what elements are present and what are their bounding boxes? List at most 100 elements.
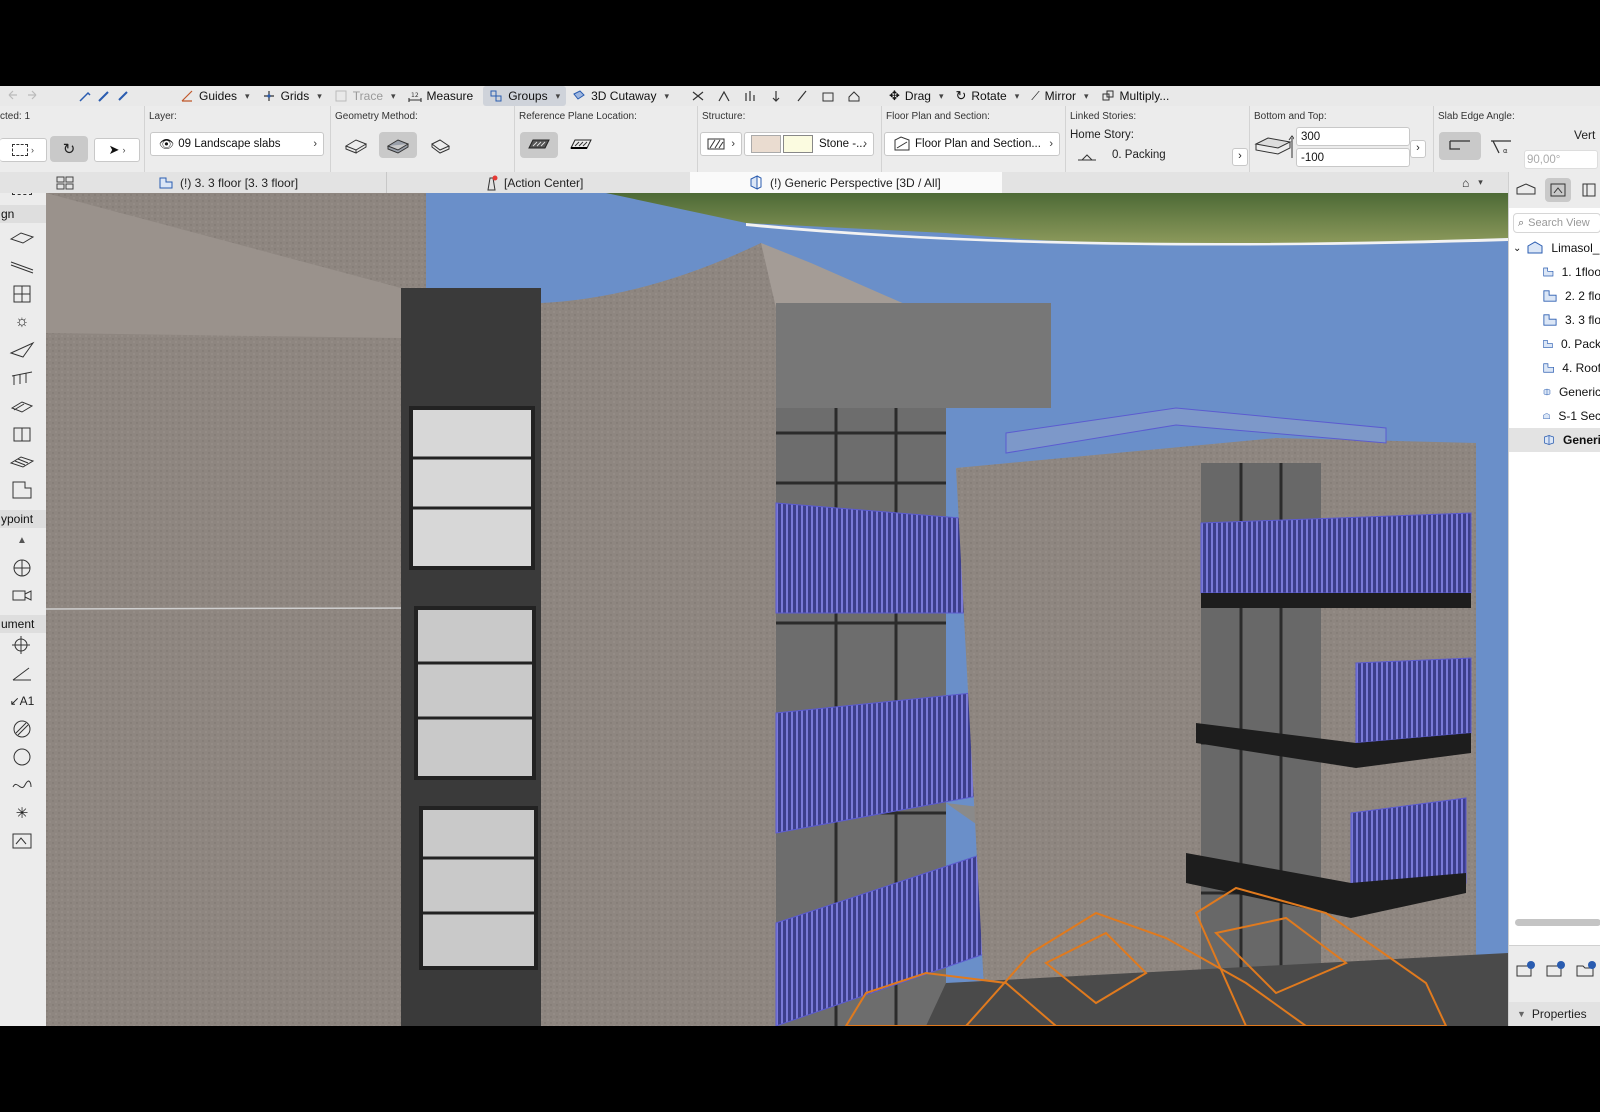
label-tool[interactable]: ↙A1 bbox=[8, 689, 36, 713]
properties-toggle[interactable]: ▼ Properties bbox=[1509, 1002, 1600, 1026]
rotate-label: Rotate bbox=[971, 89, 1007, 103]
bottom-offset-input[interactable]: -100 bbox=[1296, 148, 1410, 167]
arrow-selection-field[interactable]: ➤ › bbox=[94, 138, 140, 162]
curtain-wall-tool[interactable] bbox=[8, 282, 36, 306]
mirror-button[interactable]: ⟋ Mirror ▾ bbox=[1025, 86, 1094, 106]
railing-tool[interactable] bbox=[8, 366, 36, 390]
object-tool[interactable] bbox=[8, 422, 36, 446]
navigator-item[interactable]: 2. 2 flo bbox=[1509, 284, 1600, 308]
hotspot-tool[interactable]: ✳ bbox=[8, 801, 36, 825]
ref-plane-bottom-button[interactable] bbox=[562, 132, 600, 158]
geometry-rect-button[interactable] bbox=[421, 132, 459, 158]
camera-tool[interactable] bbox=[8, 584, 36, 608]
multiply-icon bbox=[1102, 90, 1114, 101]
navigator-item[interactable]: S-1 Sec bbox=[1509, 404, 1600, 428]
morph-tool[interactable] bbox=[8, 450, 36, 474]
3d-viewport[interactable] bbox=[46, 193, 1508, 1026]
project-map-icon[interactable] bbox=[1515, 182, 1537, 198]
viewpoint-group-header[interactable]: ypoint bbox=[0, 510, 46, 528]
edit-tool-icons[interactable] bbox=[685, 86, 867, 106]
fill-tool[interactable] bbox=[8, 717, 36, 741]
lamp-icon: ☼ bbox=[14, 313, 30, 330]
pick-tools[interactable] bbox=[72, 86, 174, 106]
structure-section: Structure: › Stone -... › bbox=[698, 106, 882, 172]
navigator-project-root[interactable]: ⌄ Limasol_ bbox=[1509, 236, 1600, 260]
lamp-tool[interactable]: ☼ bbox=[8, 310, 36, 334]
triangle-up-icon: ▲ bbox=[17, 534, 27, 546]
rotate-button[interactable]: ↻ Rotate ▾ bbox=[949, 86, 1025, 106]
guides-button[interactable]: Guides ▾ bbox=[174, 86, 256, 106]
marquee-selector[interactable]: › bbox=[0, 138, 47, 162]
ref-plane-top-button[interactable] bbox=[520, 132, 558, 158]
navigator-item[interactable]: Generic bbox=[1509, 380, 1600, 404]
floor-plan-settings-button[interactable]: Floor Plan and Section... › bbox=[884, 132, 1060, 156]
3d-cutaway-button[interactable]: 3D Cutaway ▾ bbox=[566, 86, 675, 106]
bottom-top-next-button[interactable]: › bbox=[1410, 140, 1426, 158]
geometry-polygon-button[interactable] bbox=[379, 132, 417, 158]
marquee-tool[interactable] bbox=[8, 193, 36, 199]
cutaway-icon bbox=[573, 90, 585, 100]
top-offset-input[interactable]: 300 bbox=[1296, 127, 1410, 146]
spline-icon bbox=[12, 780, 32, 789]
layout-book-icon[interactable] bbox=[1581, 182, 1599, 198]
dimension-tool[interactable] bbox=[8, 633, 36, 657]
linked-stories-section: Linked Stories: Home Story: 0. Packing › bbox=[1066, 106, 1250, 172]
drag-button[interactable]: ✥ Drag ▾ bbox=[883, 86, 949, 106]
angle-dimension-tool[interactable] bbox=[8, 661, 36, 685]
navigator-item[interactable]: 1. 1floo bbox=[1509, 260, 1600, 284]
navigator-scrollbar[interactable] bbox=[1515, 919, 1600, 926]
groups-button[interactable]: Groups ▾ bbox=[483, 86, 567, 106]
navigator-item-label: 0. Pack bbox=[1560, 337, 1600, 351]
tab-3-floor[interactable]: (!) 3. 3 floor [3. 3 floor] bbox=[152, 172, 387, 193]
tab-action-center[interactable]: [Action Center] bbox=[478, 172, 686, 193]
edge-angle-input[interactable]: 90,00° bbox=[1524, 150, 1598, 169]
zone-tool[interactable] bbox=[8, 478, 36, 502]
view-map-button[interactable] bbox=[1545, 178, 1571, 202]
spline-tool[interactable] bbox=[8, 773, 36, 797]
edge-angled-button[interactable]: α bbox=[1484, 132, 1518, 160]
mesh-tool[interactable] bbox=[8, 338, 36, 362]
geometry-basic-button[interactable] bbox=[337, 132, 375, 158]
navigator-item[interactable]: 0. Pack bbox=[1509, 332, 1600, 356]
ref-plane-top-icon bbox=[528, 139, 550, 149]
clone-view-icon[interactable] bbox=[1545, 960, 1567, 978]
document-group-header[interactable]: ument bbox=[0, 615, 46, 633]
trace-button[interactable]: Trace ▾ bbox=[328, 86, 402, 106]
home-story-value[interactable]: 0. Packing bbox=[1112, 149, 1166, 161]
new-view-icon[interactable] bbox=[1515, 960, 1537, 978]
navigator-item[interactable]: 3. 3 flo bbox=[1509, 308, 1600, 332]
tab-overview-button[interactable] bbox=[54, 172, 76, 193]
material-swatch-icon bbox=[751, 135, 781, 153]
trace-label: Trace bbox=[352, 89, 383, 103]
slab-tool[interactable] bbox=[8, 226, 36, 250]
book-icon bbox=[13, 427, 31, 442]
curtain-wall-icon bbox=[13, 285, 31, 303]
marquee-tool-icon bbox=[12, 193, 32, 195]
layer-select[interactable]: 👁 09 Landscape slabs › bbox=[150, 132, 324, 156]
section-tool[interactable]: ▲ bbox=[8, 528, 36, 552]
structure-type-select[interactable]: › bbox=[700, 132, 742, 156]
navigator-search[interactable]: ⌕ Search View bbox=[1513, 213, 1600, 233]
grids-button[interactable]: Grids ▾ bbox=[256, 86, 328, 106]
worksheet-tool[interactable] bbox=[8, 556, 36, 580]
tab-generic-perspective[interactable]: (!) Generic Perspective [3D / All] bbox=[690, 172, 1002, 193]
stair-tool[interactable] bbox=[8, 394, 36, 418]
beam-tool[interactable] bbox=[8, 254, 36, 278]
arc-tool[interactable] bbox=[8, 745, 36, 769]
undo-redo-buttons[interactable] bbox=[0, 86, 72, 106]
new-folder-icon[interactable] bbox=[1575, 960, 1597, 978]
edge-vertical-button[interactable] bbox=[1439, 132, 1481, 160]
building-material-select[interactable]: Stone -... › bbox=[744, 132, 874, 156]
view-settings-dropdown[interactable]: ⌂ ▾ bbox=[1456, 172, 1514, 193]
navigator-item[interactable]: 4. Roof bbox=[1509, 356, 1600, 380]
design-group-header[interactable]: gn bbox=[0, 205, 46, 223]
multiply-button[interactable]: Multiply... bbox=[1095, 86, 1176, 106]
floor-plan-value: Floor Plan and Section... bbox=[915, 138, 1041, 150]
slab-basic-icon bbox=[344, 139, 368, 154]
drawing-tool[interactable] bbox=[8, 829, 36, 853]
measure-button[interactable]: 12 Measure bbox=[402, 86, 480, 106]
navigator-item[interactable]: Generi bbox=[1509, 428, 1600, 452]
marquee-icon bbox=[12, 144, 28, 156]
home-story-next-button[interactable]: › bbox=[1232, 148, 1248, 166]
rotate-view-button[interactable]: ↻ bbox=[50, 136, 88, 162]
